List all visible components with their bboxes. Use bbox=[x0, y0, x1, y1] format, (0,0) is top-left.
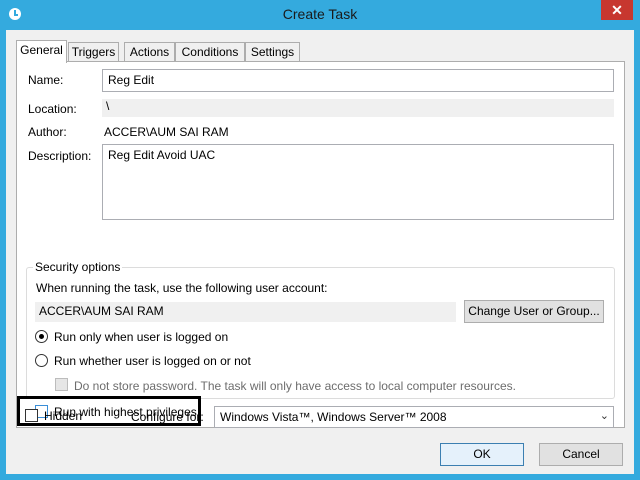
configure-for-label: Configure for: bbox=[131, 410, 204, 424]
title-bar: Create Task ✕ bbox=[0, 0, 640, 30]
name-label: Name: bbox=[28, 73, 64, 87]
configure-for-select[interactable]: Windows Vista™, Windows Server™ 2008 ⌄ bbox=[214, 406, 614, 428]
run-whether-logged-on-label[interactable]: Run whether user is logged on or not bbox=[54, 354, 251, 368]
ok-button[interactable]: OK bbox=[440, 443, 524, 466]
no-store-password-checkbox bbox=[55, 378, 68, 391]
dialog-body: General Triggers Actions Conditions Sett… bbox=[6, 30, 634, 474]
run-logged-on-radio[interactable] bbox=[35, 330, 48, 343]
no-store-password-label: Do not store password. The task will onl… bbox=[74, 379, 516, 393]
author-value: ACCER\AUM SAI RAM bbox=[104, 125, 229, 139]
name-field[interactable]: Reg Edit bbox=[102, 69, 614, 92]
configure-for-value: Windows Vista™, Windows Server™ 2008 bbox=[220, 410, 447, 424]
tab-general[interactable]: General bbox=[16, 40, 67, 63]
hidden-checkbox[interactable] bbox=[25, 409, 38, 422]
create-task-window: Create Task ✕ General Triggers Actions C… bbox=[0, 0, 640, 480]
location-label: Location: bbox=[28, 102, 77, 116]
run-whether-logged-on-radio[interactable] bbox=[35, 354, 48, 367]
general-panel: Name: Reg Edit Location: \ Author: ACCER… bbox=[16, 61, 625, 428]
run-logged-on-label[interactable]: Run only when user is logged on bbox=[54, 330, 228, 344]
account-prompt: When running the task, use the following… bbox=[36, 281, 328, 295]
user-account-value: ACCER\AUM SAI RAM bbox=[35, 302, 456, 322]
tab-conditions[interactable]: Conditions bbox=[175, 42, 245, 62]
window-title: Create Task bbox=[282, 6, 358, 22]
description-label: Description: bbox=[28, 149, 92, 163]
tab-triggers[interactable]: Triggers bbox=[68, 42, 119, 62]
chevron-down-icon: ⌄ bbox=[599, 410, 609, 422]
author-label: Author: bbox=[28, 125, 67, 139]
change-user-button[interactable]: Change User or Group... bbox=[464, 300, 604, 323]
tab-settings[interactable]: Settings bbox=[245, 42, 300, 62]
tab-actions[interactable]: Actions bbox=[124, 42, 175, 62]
hidden-label[interactable]: Hidden bbox=[44, 409, 82, 423]
description-field[interactable]: Reg Edit Avoid UAC bbox=[102, 144, 614, 220]
close-button[interactable]: ✕ bbox=[601, 0, 633, 20]
location-value: \ bbox=[102, 99, 614, 117]
cancel-button[interactable]: Cancel bbox=[539, 443, 623, 466]
security-options-title: Security options bbox=[33, 260, 123, 274]
